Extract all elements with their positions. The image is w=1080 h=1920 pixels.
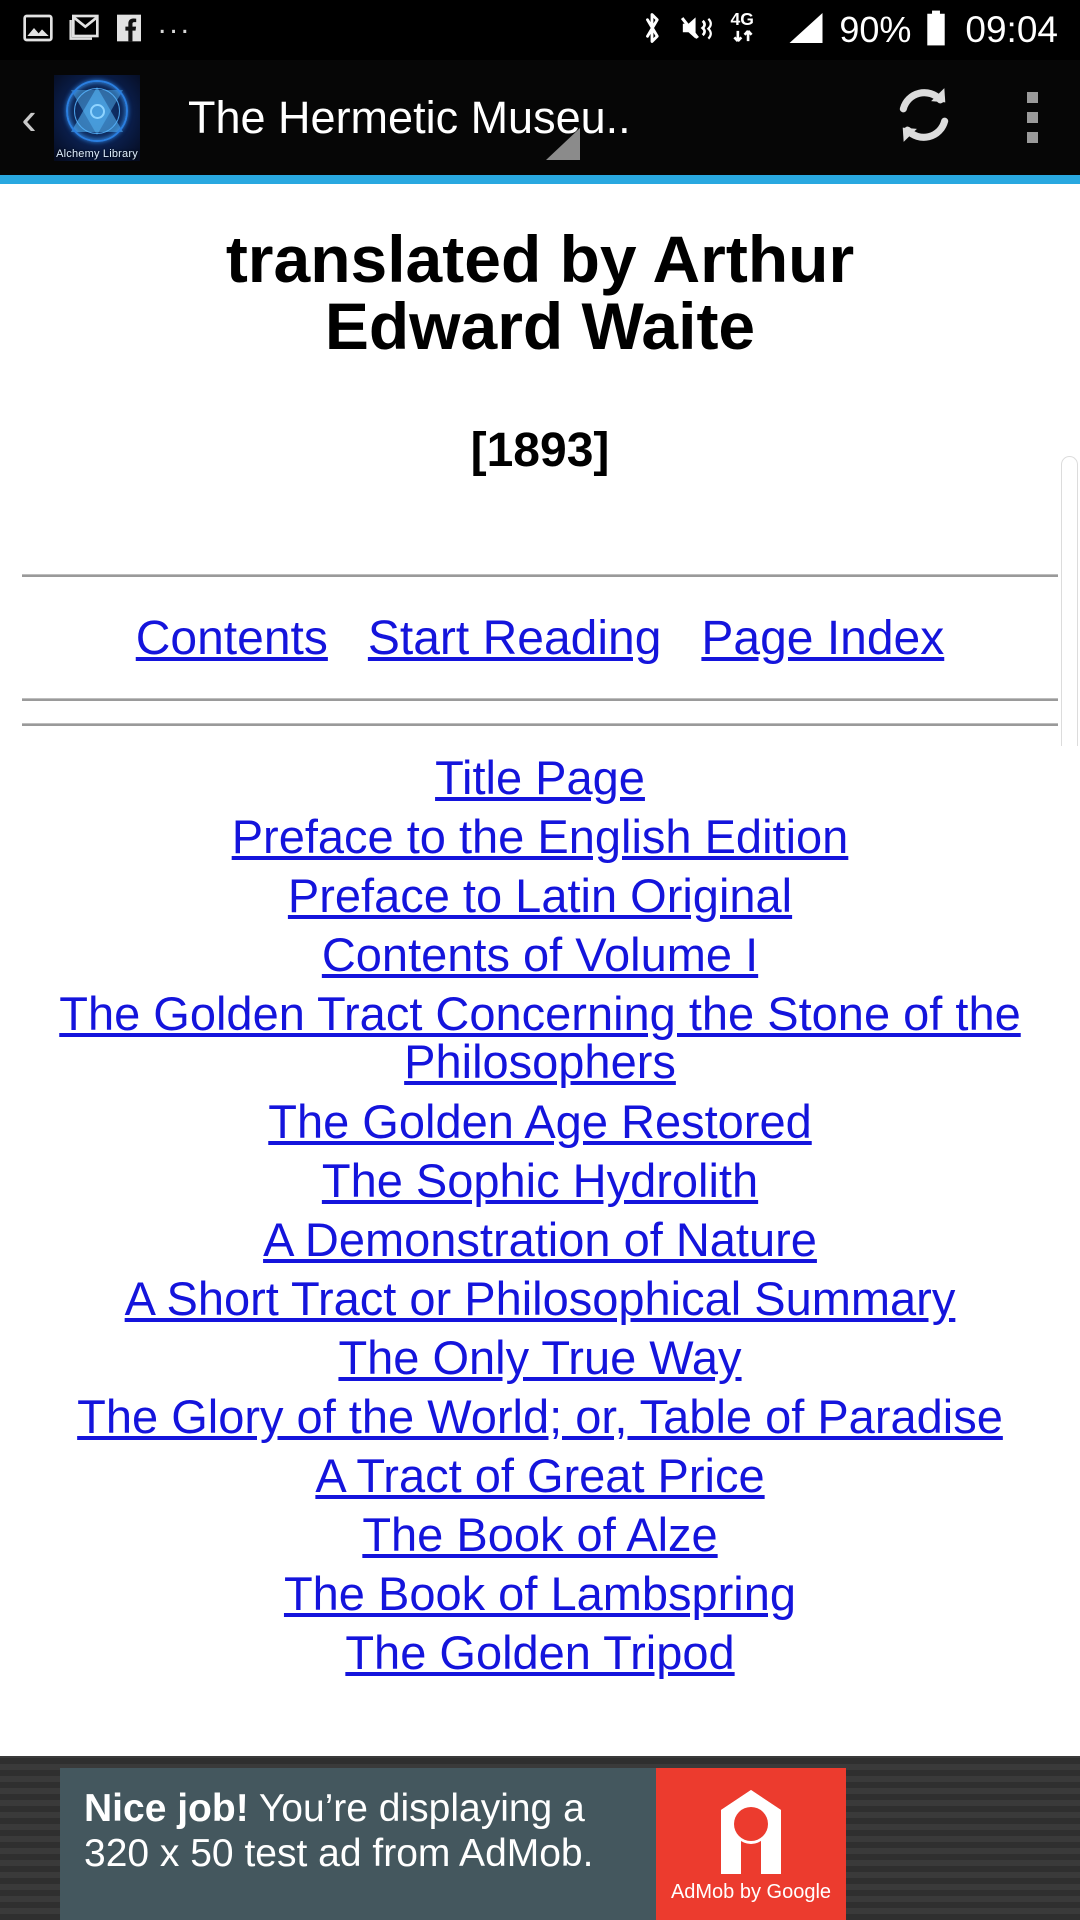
toc-link[interactable]: The Book of Alze [18,1511,1062,1558]
document-title-line1: translated by Arthur [225,222,855,296]
admob-glyph-icon [699,1782,803,1891]
ad-text: Nice job! You’re displaying a 320 x 50 t… [60,1768,656,1920]
nav-link-page-index[interactable]: Page Index [701,611,944,666]
nav-link-start-reading[interactable]: Start Reading [368,611,662,666]
admob-logo: AdMob by Google [656,1768,846,1920]
facebook-icon [114,12,144,49]
toc-link[interactable]: Contents of Volume I [18,931,1062,978]
status-bar: ... 4G 90% 09:04 [0,0,1080,60]
admob-brand-label: AdMob by Google [670,1881,832,1903]
battery-icon [924,9,948,52]
toc-link[interactable]: A Short Tract or Philosophical Summary [18,1275,1062,1322]
document-title-line2: Edward Waite [324,289,756,364]
bluetooth-icon [639,10,665,51]
toc-link[interactable]: The Only True Way [18,1334,1062,1381]
more-notifications-icon: ... [158,7,193,40]
document-title: translated by Arthur Edward Waite [0,222,1080,364]
signal-bars-icon [786,10,826,51]
toc-link[interactable]: The Golden Age Restored [18,1098,1062,1145]
toc-link[interactable]: The Sophic Hydrolith [18,1157,1062,1204]
toc-link[interactable]: The Golden Tripod [18,1629,1062,1676]
refresh-icon [887,78,961,157]
table-of-contents: Title Page Preface to the English Editio… [0,754,1080,1676]
app-bar: ‹ Alchemy Library The Hermetic Museu.. [0,60,1080,175]
nav-link-contents[interactable]: Contents [136,611,328,666]
app-logo-label: Alchemy Library [56,147,138,160]
network-type-icon: 4G [729,9,773,52]
overflow-dot-2 [1026,112,1038,123]
title-dropdown-caret-icon [546,128,580,160]
gmail-icon [68,12,100,49]
toc-link[interactable]: The Book of Lambspring [18,1570,1062,1617]
battery-percent-label: 90% [839,9,912,50]
status-notification-icons: ... [22,9,192,51]
accent-underline [0,175,1080,184]
vibrate-mute-icon [678,11,716,50]
divider-middle [22,697,1058,701]
overflow-dot-3 [1026,132,1038,143]
overflow-dot-1 [1026,92,1038,103]
toc-link[interactable]: The Glory of the World; or, Table of Par… [18,1393,1062,1440]
ad-creative[interactable]: Nice job! You’re displaying a 320 x 50 t… [60,1768,846,1920]
overflow-menu-button[interactable] [984,92,1080,143]
status-clock: 09:04 [965,9,1058,50]
toc-link[interactable]: A Demonstration of Nature [18,1216,1062,1263]
app-logo-icon[interactable]: Alchemy Library [54,74,140,161]
refresh-button[interactable] [864,78,984,157]
ad-headline: Nice job! [84,1787,249,1830]
toc-link[interactable]: Title Page [18,754,1062,801]
toc-link[interactable]: A Tract of Great Price [18,1452,1062,1499]
toc-link[interactable]: Preface to Latin Original [18,872,1062,919]
center-circle [90,103,105,119]
document-date: [1893] [470,423,610,477]
vertical-scrollbar[interactable] [1061,456,1078,746]
app-bar-actions [864,78,1080,157]
toc-link[interactable]: The Golden Tract Concerning the Stone of… [18,989,1062,1086]
svg-text:4G: 4G [731,9,754,29]
divider-bottom [22,722,1058,726]
toc-link[interactable]: Preface to the English Edition [18,813,1062,860]
nav-links: Contents Start Reading Page Index [0,577,1080,698]
ad-banner[interactable]: Nice job! You’re displaying a 320 x 50 t… [0,1756,1080,1920]
image-icon [22,12,54,49]
back-icon[interactable]: ‹ [6,95,52,141]
status-system-icons: 4G 90% 09:04 [639,9,1058,52]
webview-content[interactable]: translated by Arthur Edward Waite [1893]… [0,184,1080,1756]
